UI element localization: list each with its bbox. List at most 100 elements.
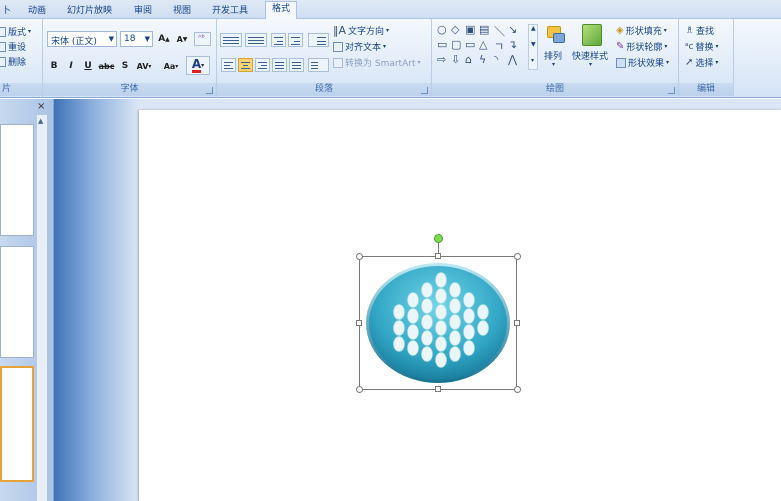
shape-effects-button[interactable]: 形状效果 ▾ bbox=[616, 56, 669, 69]
justify-button[interactable] bbox=[272, 58, 287, 72]
paragraph-dialog-launcher-icon[interactable] bbox=[421, 87, 428, 94]
shape-gallery[interactable]: ○ ◇ ▣ ▤ ＼ ↘ ▭ ▢ ▭ △ ㄱ ↴ ⇨ ⇩ ⌂ ϟ ◝ ⋀ ▲ ▼ … bbox=[435, 23, 539, 73]
shrink-font-button[interactable]: A ▼ bbox=[174, 31, 190, 47]
rounded-rect-shape-icon[interactable]: ▢ bbox=[451, 38, 461, 51]
quick-styles-button[interactable]: 快速样式 ▾ bbox=[572, 23, 614, 77]
find-button[interactable]: ♗ 查找 bbox=[685, 24, 714, 37]
elbow-shape-icon[interactable]: ㄱ bbox=[494, 38, 504, 54]
font-name-combo[interactable]: 宋体 (正文) ▼ bbox=[47, 31, 117, 47]
lightning-shape-icon[interactable]: ϟ bbox=[479, 53, 486, 66]
replace-label: 替换 bbox=[695, 43, 714, 53]
group-paragraph: ‖A 文字方向 ▾ 对齐文本 ▾ 转换为 SmartArt ▾ 段落 bbox=[217, 19, 432, 98]
shape-effects-icon bbox=[616, 57, 626, 68]
resize-handle-bottom[interactable] bbox=[435, 386, 441, 392]
slide-thumbnail-selected[interactable] bbox=[0, 366, 34, 482]
tab-partial[interactable]: 卜 bbox=[2, 3, 11, 16]
chevron-up-icon[interactable]: ▲ bbox=[38, 117, 43, 125]
select-label: 选择 bbox=[695, 59, 714, 69]
convert-smartart-button[interactable]: 转换为 SmartArt ▾ bbox=[333, 56, 421, 69]
distributed-button[interactable] bbox=[289, 58, 304, 72]
increase-indent-button[interactable] bbox=[288, 33, 303, 47]
triangle-shape-icon[interactable]: △ bbox=[479, 38, 487, 51]
binoculars-icon: ♗ bbox=[685, 25, 694, 36]
bracket-shape-icon[interactable]: ⋀ bbox=[508, 53, 517, 66]
vertical-textbox-shape-icon[interactable]: ▤ bbox=[479, 23, 489, 36]
rect2-shape-icon[interactable]: ▭ bbox=[465, 38, 475, 51]
tab-animation[interactable]: 动画 bbox=[28, 3, 46, 16]
textbox-shape-icon[interactable]: ▣ bbox=[465, 23, 475, 36]
tab-developer[interactable]: 开发工具 bbox=[212, 3, 248, 16]
shape-fill-button[interactable]: ◈ 形状填充 ▾ bbox=[616, 24, 667, 37]
resize-handle-left[interactable] bbox=[356, 320, 362, 326]
group-drawing: ○ ◇ ▣ ▤ ＼ ↘ ▭ ▢ ▭ △ ㄱ ↴ ⇨ ⇩ ⌂ ϟ ◝ ⋀ ▲ ▼ … bbox=[432, 19, 679, 98]
tab-review[interactable]: 审阅 bbox=[134, 3, 152, 16]
underline-button[interactable]: U bbox=[82, 58, 94, 74]
char-spacing-label: AV bbox=[136, 61, 149, 71]
align-left-button[interactable] bbox=[221, 58, 236, 72]
pentagon-shape-icon[interactable]: ⌂ bbox=[465, 53, 472, 66]
arrow-line-shape-icon[interactable]: ↘ bbox=[508, 23, 517, 36]
align-center-button[interactable] bbox=[238, 58, 253, 72]
chevron-up-icon: ▲ bbox=[531, 25, 536, 32]
resize-handle-top-right[interactable] bbox=[514, 253, 521, 260]
change-case-button[interactable]: Aa ▾ bbox=[159, 58, 183, 74]
oval-shape-icon[interactable]: ○ bbox=[437, 23, 447, 36]
panel-scrollbar[interactable]: ▲ bbox=[36, 115, 47, 501]
reset-button[interactable]: 重设 bbox=[0, 40, 26, 53]
tab-view[interactable]: 视图 bbox=[173, 3, 191, 16]
shape-gallery-scroll[interactable]: ▲ ▼ ▾ bbox=[528, 24, 538, 70]
slide-thumbnail[interactable] bbox=[0, 124, 34, 236]
tab-slideshow[interactable]: 幻灯片放映 bbox=[67, 3, 112, 16]
line-spacing-button[interactable] bbox=[308, 33, 329, 47]
group-font-label: 字体 bbox=[43, 83, 216, 96]
elbow-arrow-shape-icon[interactable]: ↴ bbox=[508, 38, 517, 51]
ribbon-tab-bar: 卜 动画 幻灯片放映 审阅 视图 开发工具 格式 bbox=[0, 0, 781, 19]
slide-thumbnail[interactable] bbox=[0, 246, 34, 358]
align-text-label: 对齐文本 bbox=[345, 43, 382, 53]
smartart-icon bbox=[333, 57, 343, 68]
align-text-icon bbox=[333, 41, 343, 52]
font-color-label: A bbox=[191, 56, 202, 73]
rectangle-shape-icon[interactable]: ▭ bbox=[437, 38, 447, 51]
resize-handle-right[interactable] bbox=[514, 320, 520, 326]
delete-button[interactable]: 删除 bbox=[0, 55, 26, 68]
shadow-button[interactable]: S bbox=[120, 58, 130, 74]
close-icon[interactable]: × bbox=[37, 101, 45, 112]
bold-button[interactable]: B bbox=[48, 58, 60, 74]
drawing-dialog-launcher-icon[interactable] bbox=[668, 87, 675, 94]
resize-handle-top[interactable] bbox=[435, 253, 441, 259]
right-arrow-shape-icon[interactable]: ⇨ bbox=[437, 53, 446, 66]
shape-effects-label: 形状效果 bbox=[628, 59, 665, 69]
select-button[interactable]: ➚ 选择 ▾ bbox=[685, 56, 718, 69]
shape-outline-button[interactable]: ✎ 形状轮廓 ▾ bbox=[616, 40, 667, 53]
resize-handle-bottom-right[interactable] bbox=[514, 386, 521, 393]
clear-format-button[interactable]: ᴬᵇ bbox=[194, 32, 211, 46]
resize-handle-bottom-left[interactable] bbox=[356, 386, 363, 393]
columns-button[interactable] bbox=[308, 58, 329, 72]
resize-handle-top-left[interactable] bbox=[356, 253, 363, 260]
font-dialog-launcher-icon[interactable] bbox=[206, 87, 213, 94]
italic-button[interactable]: I bbox=[65, 58, 77, 74]
text-direction-button[interactable]: ‖A 文字方向 ▾ bbox=[333, 24, 389, 37]
curve-shape-icon[interactable]: ◝ bbox=[494, 53, 498, 66]
strikethrough-button[interactable]: abc bbox=[98, 58, 115, 74]
decrease-indent-button[interactable] bbox=[271, 33, 286, 47]
align-text-button[interactable]: 对齐文本 ▾ bbox=[333, 40, 386, 53]
font-color-button[interactable]: A ▾ bbox=[186, 56, 210, 75]
tab-format[interactable]: 格式 bbox=[265, 1, 298, 19]
layout-button[interactable]: 版式 ▾ bbox=[0, 25, 31, 38]
numbering-button[interactable] bbox=[245, 33, 267, 47]
bullets-button[interactable] bbox=[220, 33, 242, 47]
reset-label: 重设 bbox=[8, 43, 27, 53]
diamond-shape-icon[interactable]: ◇ bbox=[451, 23, 459, 36]
grow-font-button[interactable]: A ▲ bbox=[156, 31, 172, 47]
char-spacing-button[interactable]: AV ▾ bbox=[133, 58, 155, 74]
group-drawing-label: 绘图 bbox=[432, 83, 678, 96]
rotation-handle[interactable] bbox=[434, 234, 443, 243]
arrange-button[interactable]: 排列 ▾ bbox=[542, 23, 570, 77]
line-shape-icon[interactable]: ＼ bbox=[494, 23, 505, 39]
replace-button[interactable]: ᵃc 替换 ▾ bbox=[685, 40, 719, 54]
font-size-combo[interactable]: 18 ▼ bbox=[120, 31, 153, 47]
align-right-button[interactable] bbox=[255, 58, 270, 72]
down-arrow-shape-icon[interactable]: ⇩ bbox=[451, 53, 460, 66]
